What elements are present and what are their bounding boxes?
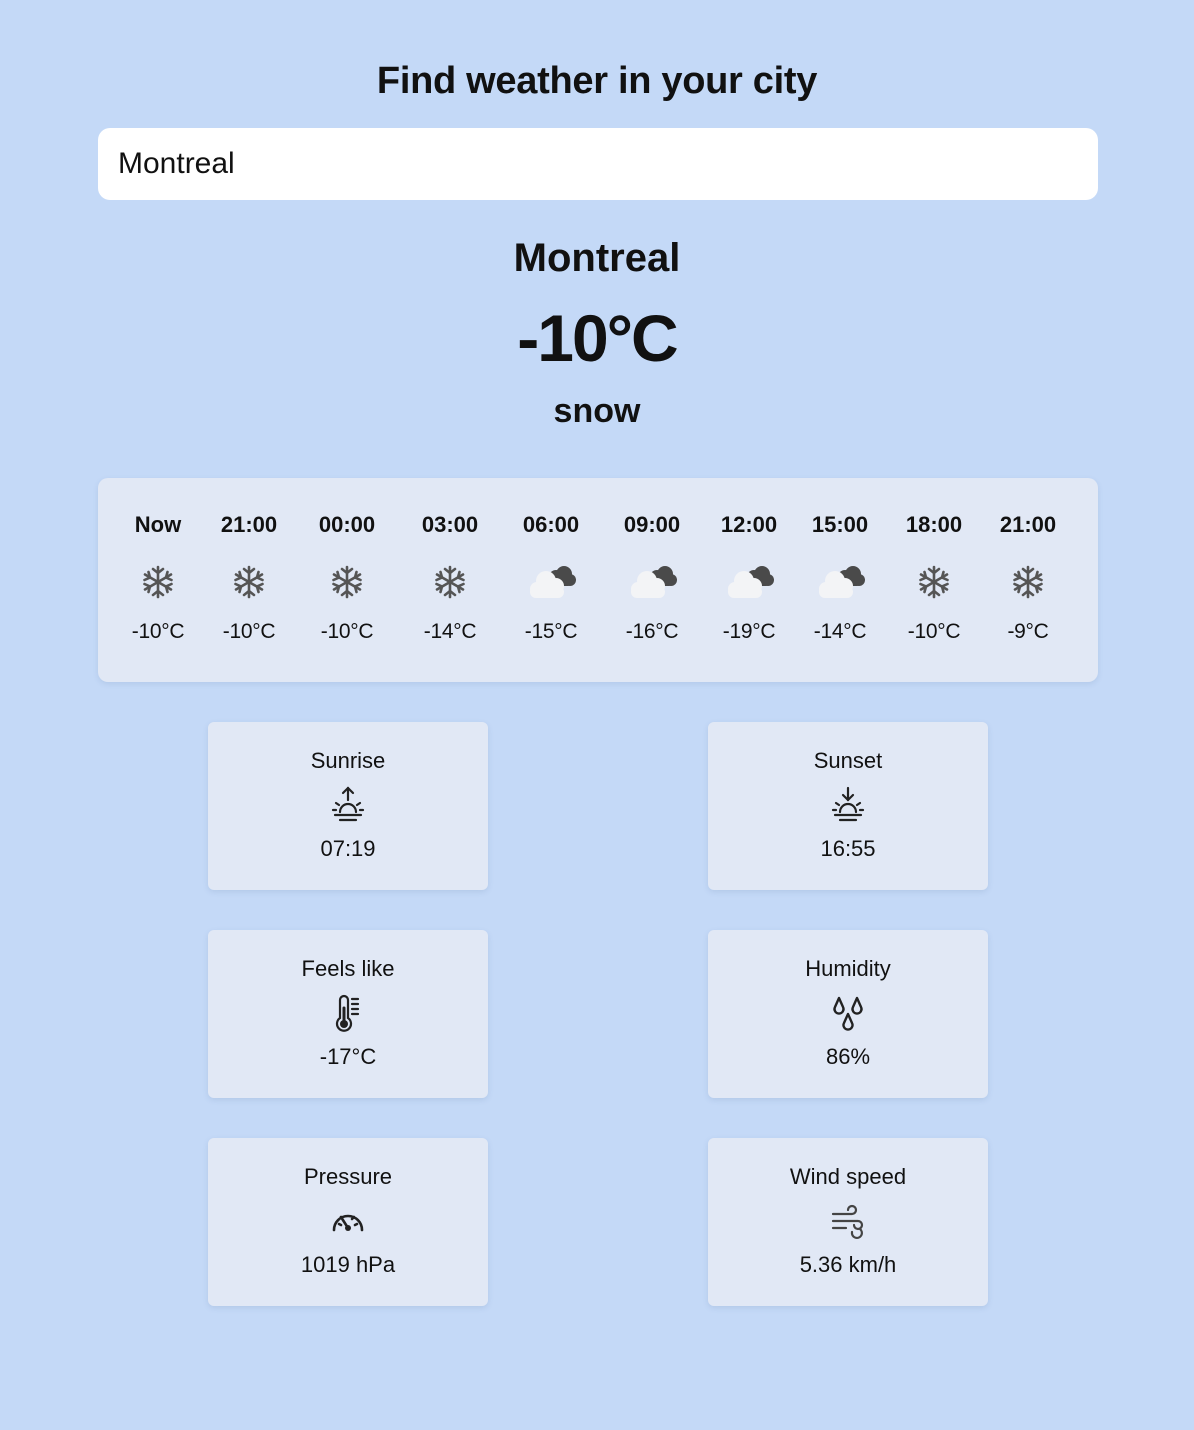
forecast-item[interactable]: 21:00 -9°C	[980, 478, 1076, 682]
forecast-time: 15:00	[811, 512, 869, 537]
forecast-item[interactable]: 15:00 -14°C	[792, 478, 888, 682]
sunrise-value: 07:19	[320, 836, 376, 861]
snow-icon	[426, 562, 474, 602]
humidity-label: Humidity	[805, 956, 891, 981]
forecast-temperature: -16°C	[625, 620, 679, 643]
sunset-value: 16:55	[820, 836, 876, 861]
forecast-temperature: -15°C	[524, 620, 578, 643]
forecast-item[interactable]: 06:00 -15°C	[503, 478, 599, 682]
thermometer-icon	[335, 994, 360, 1032]
pressure-value: 1019 hPa	[300, 1252, 396, 1277]
forecast-item[interactable]: Now -10°C	[110, 478, 206, 682]
sunrise-icon	[331, 786, 365, 822]
snow-icon	[225, 562, 273, 602]
page-title: Find weather in your city	[376, 60, 818, 102]
forecast-temperature: -9°C	[1007, 620, 1049, 643]
cloudy-icon	[721, 562, 777, 602]
forecast-item[interactable]: 09:00 -16°C	[604, 478, 700, 682]
snow-icon	[323, 562, 371, 602]
forecast-item[interactable]: 00:00 -10°C	[299, 478, 395, 682]
sunset-icon	[831, 786, 865, 822]
forecast-item[interactable]: 21:00 -10°C	[201, 478, 297, 682]
sunset-label: Sunset	[813, 748, 883, 773]
forecast-time: 06:00	[522, 512, 580, 537]
sunset-card: Sunset 16:55	[708, 722, 988, 890]
forecast-time: 18:00	[905, 512, 963, 537]
forecast-time: 21:00	[220, 512, 278, 537]
snow-icon	[134, 562, 182, 602]
humidity-card: Humidity 86%	[708, 930, 988, 1098]
forecast-time: 21:00	[999, 512, 1057, 537]
humidity-icon	[833, 996, 863, 1031]
city-search-input[interactable]	[98, 128, 1098, 200]
forecast-temperature: -10°C	[320, 620, 374, 643]
hourly-forecast-strip[interactable]: Now -10°C 21:00 -10°C 00:00 -10°C 03:00 …	[98, 478, 1098, 682]
wind-speed-label: Wind speed	[789, 1164, 907, 1189]
forecast-time: 12:00	[720, 512, 778, 537]
feels-like-value: -17°C	[319, 1044, 377, 1069]
wind-icon	[831, 1204, 864, 1240]
forecast-item[interactable]: 18:00 -10°C	[886, 478, 982, 682]
forecast-item[interactable]: 03:00 -14°C	[402, 478, 498, 682]
wind-speed-value: 5.36 km/h	[799, 1252, 897, 1277]
cloudy-icon	[812, 562, 868, 602]
forecast-time: 00:00	[318, 512, 376, 537]
pressure-label: Pressure	[303, 1164, 393, 1189]
forecast-temperature: -10°C	[907, 620, 961, 643]
forecast-temperature: -10°C	[222, 620, 276, 643]
forecast-temperature: -19°C	[722, 620, 776, 643]
snow-icon	[1004, 562, 1052, 602]
forecast-temperature: -14°C	[423, 620, 477, 643]
weather-description: snow	[553, 392, 641, 430]
cloudy-icon	[523, 562, 579, 602]
pressure-card: Pressure 1019 hPa	[208, 1138, 488, 1306]
forecast-time: 09:00	[623, 512, 681, 537]
city-name: Montreal	[513, 236, 681, 280]
feels-like-card: Feels like -17°C	[208, 930, 488, 1098]
forecast-temperature: -14°C	[813, 620, 867, 643]
humidity-value: 86%	[825, 1044, 871, 1069]
forecast-time: Now	[134, 512, 182, 537]
forecast-time: 03:00	[421, 512, 479, 537]
wind-speed-card: Wind speed 5.36 km/h	[708, 1138, 988, 1306]
sunrise-card: Sunrise 07:19	[208, 722, 488, 890]
forecast-item[interactable]: 12:00 -19°C	[701, 478, 797, 682]
sunrise-label: Sunrise	[310, 748, 386, 773]
cloudy-icon	[624, 562, 680, 602]
forecast-temperature: -10°C	[131, 620, 185, 643]
feels-like-label: Feels like	[301, 956, 395, 981]
snow-icon	[910, 562, 958, 602]
current-temperature: -10°C	[517, 301, 678, 375]
gauge-icon	[332, 1214, 364, 1232]
